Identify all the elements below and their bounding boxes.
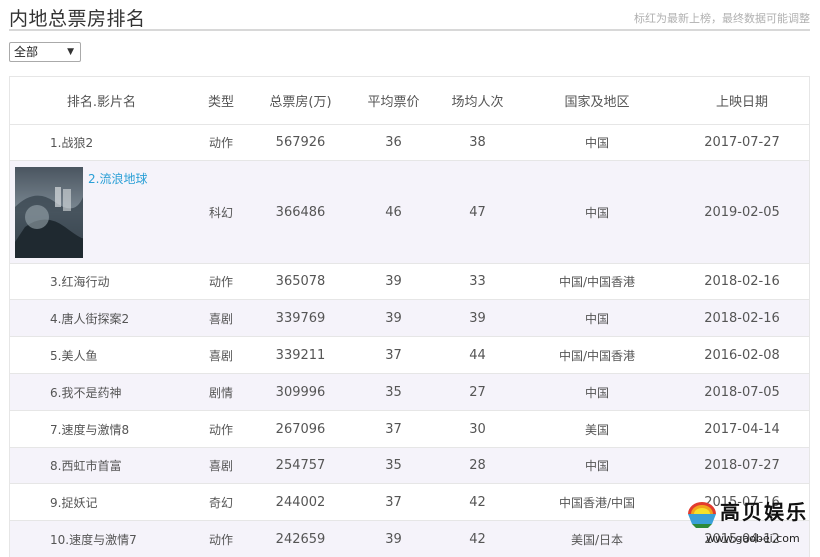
dropdown-arrow-icon: ▼ (67, 47, 74, 57)
movie-genre: 喜剧 (208, 348, 233, 363)
movie-title[interactable]: 10.速度与激情7 (10, 521, 193, 557)
table-row[interactable]: 8.西虹市首富 喜剧 254757 35 28 中国 2018-07-27 (10, 448, 809, 484)
movie-country: 中国 (584, 205, 609, 220)
watermark-brand: 高贝娱乐 (720, 500, 808, 524)
movie-avg-attendance: 42 (469, 494, 486, 510)
movie-title[interactable]: 8.西虹市首富 (10, 448, 193, 483)
column-header-genre: 类型 (207, 95, 234, 110)
watermark-url: www.gaobei.com (706, 532, 800, 545)
column-header-avg-attendance: 场均人次 (451, 95, 504, 110)
movie-avg-attendance: 28 (469, 458, 486, 473)
table-row[interactable]: 4.唐人街探案2 喜剧 339769 39 39 中国 2018-02-16 (10, 300, 809, 337)
table-row[interactable]: 6.我不是药神 剧情 309996 35 27 中国 2018-07-05 (10, 374, 809, 411)
movie-genre: 剧情 (208, 385, 233, 400)
movie-box-office: 366486 (275, 204, 326, 220)
movie-avg-attendance: 33 (469, 274, 486, 289)
movie-genre: 动作 (208, 422, 233, 437)
movie-release-date: 2018-02-16 (704, 274, 780, 289)
column-header-release-date: 上映日期 (715, 95, 768, 110)
movie-release-date: 2019-02-05 (704, 204, 780, 220)
movie-genre: 奇幻 (208, 495, 233, 510)
column-header-country: 国家及地区 (564, 95, 630, 110)
table-row[interactable]: 3.红海行动 动作 365078 39 33 中国/中国香港 2018-02-1… (10, 264, 809, 300)
movie-avg-price: 37 (385, 421, 402, 437)
header-note: 标红为最新上榜，最终数据可能调整 (634, 12, 810, 25)
movie-release-date: 2018-02-16 (704, 310, 780, 326)
table-row-featured[interactable]: 2.流浪地球 科幻 366486 46 47 中国 2019-02-05 (10, 161, 809, 264)
movie-country: 中国 (584, 459, 609, 473)
movie-country: 中国 (584, 311, 609, 326)
category-select[interactable]: 全部 ▼ (9, 42, 81, 62)
movie-avg-price: 35 (385, 384, 402, 400)
movie-release-date: 2018-07-27 (704, 458, 780, 473)
movie-avg-price: 35 (385, 458, 402, 473)
movie-release-date: 2018-07-05 (704, 384, 780, 400)
page-title: 内地总票房排名 (9, 8, 146, 30)
movie-avg-attendance: 44 (469, 347, 486, 363)
column-header-rank-title: 排名.影片名 (66, 95, 137, 110)
movie-genre: 喜剧 (208, 311, 233, 326)
movie-genre: 动作 (208, 532, 233, 547)
movie-avg-attendance: 42 (469, 531, 486, 547)
movie-country: 中国/中国香港 (558, 275, 636, 289)
movie-box-office: 567926 (275, 135, 326, 150)
movie-avg-attendance: 47 (469, 204, 486, 220)
table-row[interactable]: 7.速度与激情8 动作 267096 37 30 美国 2017-04-14 (10, 411, 809, 448)
movie-title[interactable]: 4.唐人街探案2 (10, 300, 193, 336)
column-header-box-office: 总票房(万) (269, 95, 332, 110)
movie-box-office: 254757 (275, 458, 326, 473)
movie-country: 中国 (584, 385, 609, 400)
rainbow-logo-icon (688, 502, 716, 528)
movie-country: 美国/日本 (570, 532, 624, 547)
movie-genre: 科幻 (208, 205, 233, 220)
column-header-avg-price: 平均票价 (367, 95, 420, 110)
movie-country: 中国/中国香港 (558, 348, 636, 363)
table-row[interactable]: 5.美人鱼 喜剧 339211 37 44 中国/中国香港 2016-02-08 (10, 337, 809, 374)
movie-avg-price: 39 (385, 274, 402, 289)
watermark-logo: 高贝娱乐 www.gaobei.com (682, 492, 814, 550)
movie-avg-attendance: 27 (469, 384, 486, 400)
movie-box-office: 339769 (275, 310, 326, 326)
movie-avg-price: 46 (385, 204, 402, 220)
movie-avg-attendance: 39 (469, 310, 486, 326)
table-header-row: 排名.影片名 类型 总票房(万) 平均票价 场均人次 国家及地区 上映日期 (10, 77, 809, 125)
movie-title[interactable]: 9.捉妖记 (10, 484, 193, 520)
movie-box-office: 339211 (275, 347, 326, 363)
movie-release-date: 2016-02-08 (704, 347, 780, 363)
movie-box-office: 244002 (275, 494, 326, 510)
table-row[interactable]: 1.战狼2 动作 567926 36 38 中国 2017-07-27 (10, 125, 809, 161)
box-office-table: 排名.影片名 类型 总票房(万) 平均票价 场均人次 国家及地区 上映日期 1.… (9, 76, 810, 557)
movie-avg-attendance: 30 (469, 421, 486, 437)
movie-avg-price: 37 (385, 347, 402, 363)
movie-avg-attendance: 38 (469, 135, 486, 150)
movie-title[interactable]: 3.红海行动 (10, 264, 193, 299)
movie-poster-image[interactable] (15, 167, 83, 258)
movie-avg-price: 39 (385, 310, 402, 326)
movie-genre: 喜剧 (208, 459, 233, 473)
movie-country: 中国香港/中国 (558, 495, 636, 510)
movie-box-office: 365078 (275, 274, 326, 289)
movie-title[interactable]: 2.流浪地球 (88, 170, 147, 187)
movie-title[interactable]: 6.我不是药神 (10, 374, 193, 410)
page-header: 内地总票房排名 标红为最新上榜，最终数据可能调整 (9, 0, 810, 31)
movie-genre: 动作 (208, 275, 233, 289)
movie-avg-price: 36 (385, 135, 402, 150)
movie-release-date: 2017-04-14 (704, 421, 780, 437)
movie-genre: 动作 (208, 136, 233, 150)
movie-title[interactable]: 5.美人鱼 (10, 337, 193, 373)
movie-box-office: 267096 (275, 421, 326, 437)
movie-title[interactable]: 1.战狼2 (10, 125, 193, 160)
movie-country: 美国 (584, 422, 609, 437)
category-select-value: 全部 (14, 45, 39, 59)
movie-box-office: 309996 (275, 384, 326, 400)
movie-avg-price: 37 (385, 494, 402, 510)
movie-avg-price: 39 (385, 531, 402, 547)
movie-release-date: 2017-07-27 (704, 135, 780, 150)
movie-box-office: 242659 (275, 531, 326, 547)
movie-title[interactable]: 7.速度与激情8 (10, 411, 193, 447)
movie-country: 中国 (584, 136, 609, 150)
